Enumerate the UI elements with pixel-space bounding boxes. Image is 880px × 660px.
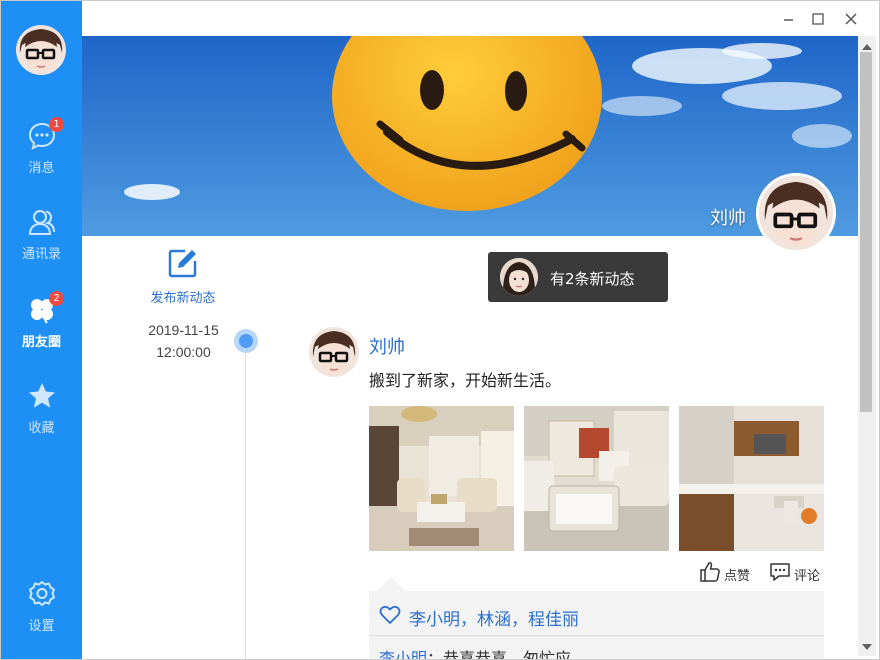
nav-messages[interactable]: 1 消息 <box>1 117 82 191</box>
edit-icon <box>168 249 197 278</box>
nav-contacts-label: 通讯录 <box>21 247 61 262</box>
heart-icon <box>379 605 401 624</box>
timeline-line <box>245 341 246 659</box>
scrollbar[interactable] <box>858 36 876 656</box>
publish-button[interactable]: 发布新动态 <box>143 247 223 306</box>
likes-names[interactable]: 李小明，林涵，程佳丽 <box>409 605 579 630</box>
post-author-avatar[interactable] <box>309 327 359 377</box>
cover-banner: 刘帅 <box>82 36 858 236</box>
thumbs-up-icon <box>700 562 720 582</box>
contacts-icon <box>28 210 55 235</box>
nav-settings-label: 设置 <box>28 619 55 634</box>
post-photo-dining-room[interactable] <box>524 406 669 551</box>
comment-author[interactable]: 李小明 <box>379 649 427 659</box>
post-photo-kitchen[interactable] <box>679 406 824 551</box>
app-window: 1 消息 通讯录 2 朋友圈 收藏 设置 刘帅 发布新动态 2019-11-15… <box>0 0 880 660</box>
banner-avatar[interactable] <box>756 173 836 253</box>
scroll-up-arrow[interactable] <box>862 44 872 50</box>
comment-text: ：恭喜恭喜，匆忙应 <box>427 649 572 660</box>
post-timestamp: 2019-11-15 12:00:00 <box>131 319 236 363</box>
new-updates-toast[interactable]: 有2条新动态 <box>488 252 668 302</box>
like-button[interactable]: 点赞 <box>699 561 755 584</box>
nav-moments[interactable]: 2 朋友圈 <box>1 291 82 365</box>
nav-settings[interactable]: 设置 <box>1 579 82 649</box>
sidebar: 1 消息 通讯录 2 朋友圈 收藏 设置 <box>1 1 82 659</box>
post-date: 2019-11-15 <box>148 322 219 338</box>
likes-pointer <box>377 577 405 591</box>
moments-badge: 2 <box>49 291 64 306</box>
nav-moments-label: 朋友圈 <box>21 335 61 350</box>
star-icon <box>29 383 55 408</box>
post-photo-living-room[interactable] <box>369 406 514 551</box>
friend-avatar <box>500 258 538 296</box>
post-time: 12:00:00 <box>156 344 211 360</box>
toast-text: 有2条新动态 <box>550 270 635 288</box>
scroll-down-arrow[interactable] <box>862 644 872 650</box>
user-avatar[interactable] <box>16 25 66 75</box>
nav-favorites-label: 收藏 <box>28 421 55 436</box>
nav-contacts[interactable]: 通讯录 <box>1 207 82 277</box>
comment-icon <box>770 563 790 581</box>
messages-badge: 1 <box>49 117 64 132</box>
divider <box>369 635 824 636</box>
post-author-name[interactable]: 刘帅 <box>369 333 405 359</box>
publish-label: 发布新动态 <box>150 291 216 306</box>
minimize-icon[interactable] <box>781 11 797 27</box>
post-text: 搬到了新家，开始新生活。 <box>369 371 562 390</box>
like-label: 点赞 <box>724 569 751 584</box>
maximize-icon[interactable] <box>810 11 826 27</box>
nav-favorites[interactable]: 收藏 <box>1 381 82 451</box>
title-bar <box>82 1 879 36</box>
banner-username: 刘帅 <box>710 208 746 229</box>
comment-row: 李小明：恭喜恭喜，匆忙应 <box>379 645 572 660</box>
close-icon[interactable] <box>843 11 859 27</box>
gear-icon <box>29 581 55 606</box>
timeline-dot <box>234 329 258 353</box>
comment-button[interactable]: 评论 <box>769 561 825 584</box>
scroll-thumb[interactable] <box>860 52 872 412</box>
comment-label: 评论 <box>794 569 821 584</box>
nav-messages-label: 消息 <box>28 161 55 176</box>
likes-comments-panel: 李小明，林涵，程佳丽 李小明：恭喜恭喜，匆忙应 <box>369 591 824 660</box>
